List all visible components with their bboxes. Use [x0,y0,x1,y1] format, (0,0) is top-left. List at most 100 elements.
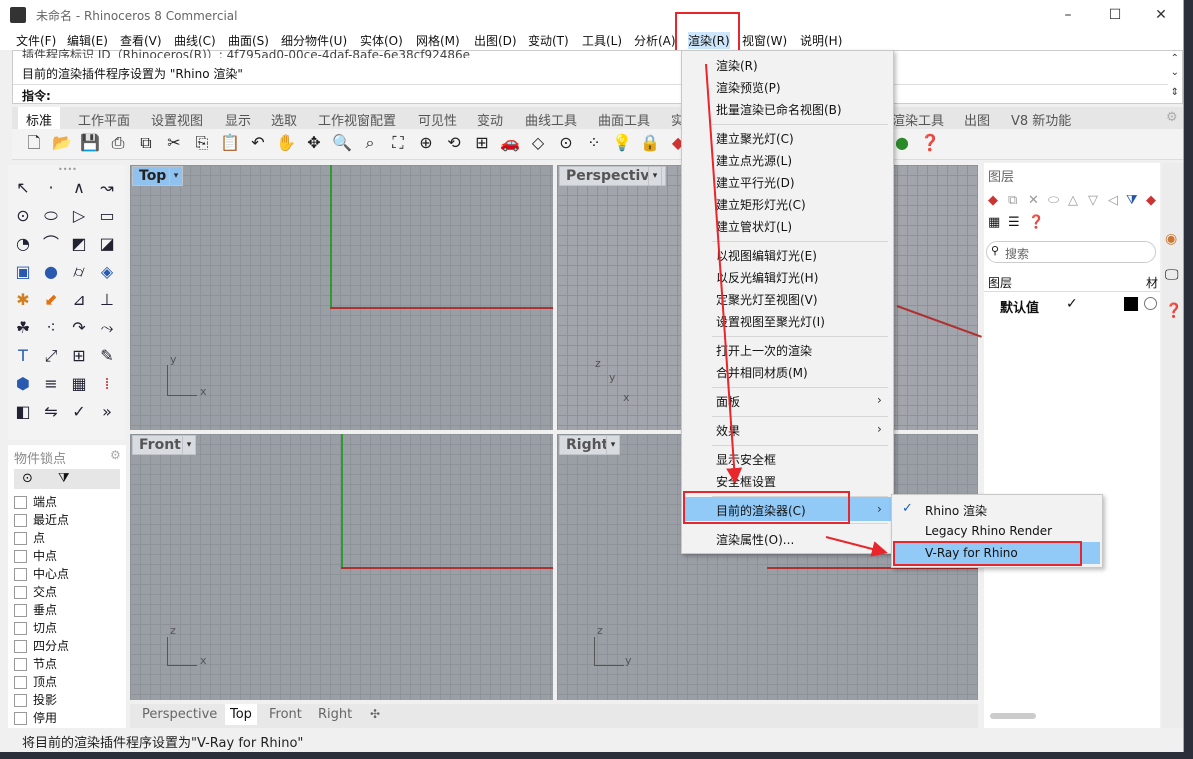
new-file-icon[interactable]: 🗋 [24,133,44,153]
viewport-menu-arrow-icon[interactable]: ▾ [182,435,196,455]
pan-hand-icon[interactable]: ✋ [276,133,296,153]
help-icon[interactable]: ❓ [920,133,940,153]
layer-material-circle[interactable] [1144,297,1157,310]
viewport-menu-arrow-icon[interactable]: ▾ [606,435,620,455]
layer-tools-icon[interactable]: ◆ [1146,193,1156,208]
command-prompt[interactable]: 指令: [22,87,51,104]
menu-item-panels[interactable]: 面板 [716,393,740,410]
viewport-top-label[interactable]: Top [132,166,174,186]
add-viewport-icon[interactable]: ✣ [370,707,380,721]
dimension-icon[interactable]: ⬋ [40,289,62,311]
puzzle-icon[interactable]: ✱ [12,289,34,311]
osnap-checkbox[interactable] [14,586,27,599]
menu-item-view-to-spotlight[interactable]: 设置视图至聚光灯(I) [716,313,825,330]
surface-icon[interactable]: ◩ [68,233,90,255]
menu-item-safe-frame-settings[interactable]: 安全框设置 [716,473,776,490]
help-panel-icon[interactable]: ❓ [1165,303,1182,319]
tab-surface-tools[interactable]: 曲面工具 [598,110,650,129]
zoom-selected-icon[interactable]: ⊕ [416,133,436,153]
control-points-icon[interactable]: ⁖ [40,317,62,339]
osnap-item[interactable]: 投影 [14,691,57,709]
osnap-item[interactable]: 中心点 [14,565,69,583]
menu-item-edit-light-by-reflection[interactable]: 以反光编辑灯光(H) [716,269,818,286]
circle-icon[interactable]: ⊙ [12,205,34,227]
osnap-checkbox[interactable] [14,532,27,545]
light-bulb-icon[interactable]: 💡 [612,133,632,153]
menu-item-open-last-render[interactable]: 打开上一次的渲染 [716,342,812,359]
target-icon[interactable]: ⊙ [22,471,33,486]
copy-icon[interactable]: ⎘ [192,133,212,153]
car-icon[interactable]: 🚗 [500,133,520,153]
curve-icon[interactable]: ↝ [96,177,118,199]
renderer-rhino-render[interactable]: Rhino 渲染 [925,502,987,519]
tab-v8-new[interactable]: V8 新功能 [1011,110,1071,129]
osnap-item[interactable]: 停用 [14,709,57,727]
move-parent-icon[interactable]: ◁ [1108,193,1118,208]
osnap-item[interactable]: 交点 [14,583,57,601]
osnap-item[interactable]: 垂点 [14,601,57,619]
layer-column-header[interactable]: 图层 [988,274,1012,291]
osnap-item[interactable]: 顶点 [14,673,57,691]
rotate-view-icon[interactable]: ⟲ [444,133,464,153]
material-column-header[interactable]: 材 [1146,274,1158,291]
mirror-icon[interactable]: ⇋ [40,401,62,423]
scale-icon[interactable]: ⤢ [40,345,62,367]
tab-display[interactable]: 显示 [225,110,251,129]
menu-help[interactable]: 说明(H) [800,32,842,49]
mesh-icon[interactable]: ◈ [96,261,118,283]
new-sublayer-icon[interactable]: ⧉ [1008,193,1017,208]
renderer-legacy-rhino[interactable]: Legacy Rhino Render [925,524,1052,538]
osnap-item[interactable]: 切点 [14,619,57,637]
menu-item-tube-light[interactable]: 建立管状灯(L) [716,218,792,235]
osnap-checkbox[interactable] [14,712,27,725]
menu-item-effects[interactable]: 效果 [716,422,740,439]
menu-item-spotlight-to-view[interactable]: 定聚光灯至视图(V) [716,291,818,308]
filter-icon[interactable]: ⧩ [58,471,70,486]
menu-viewport[interactable]: 视窗(W) [742,32,787,49]
osnap-item[interactable]: 最近点 [14,511,69,529]
zoom-window-icon[interactable]: ⌕ [360,133,380,153]
scroll-up-icon[interactable]: ⌃ [1171,53,1179,64]
extrude-icon[interactable]: ⊿ [68,289,90,311]
viewport-front-label[interactable]: Front [132,435,188,455]
scroll-down-icon[interactable]: ⌄ [1171,67,1179,78]
group-icon[interactable]: ⬢ [12,373,34,395]
ellipse-icon[interactable]: ⬭ [40,205,62,227]
viewport-top[interactable]: Top ▾ y x [130,165,553,430]
osnap-checkbox[interactable] [14,514,27,527]
tab-viewport-layout[interactable]: 工作视窗配置 [318,110,396,129]
command-spinner-icon[interactable]: ⇕ [1171,87,1179,98]
split-icon[interactable]: ⊥ [96,289,118,311]
polyline-icon[interactable]: ∧ [68,177,90,199]
menu-item-rectangular-light[interactable]: 建立矩形灯光(C) [716,196,806,213]
fillet-icon[interactable]: ⌒ [40,233,62,255]
osnap-item[interactable]: 四分点 [14,637,69,655]
point-icon[interactable]: · [40,177,62,199]
menu-item-merge-materials[interactable]: 合并相同材质(M) [716,364,808,381]
osnap-checkbox[interactable] [14,658,27,671]
display-icon[interactable]: 🖵 [1165,267,1179,283]
vp-tab-front[interactable]: Front [269,707,302,722]
layers-search-input[interactable]: ⚲ 搜索 [986,241,1156,263]
render-sphere-icon[interactable]: ● [892,133,912,153]
rectangle-icon[interactable]: ▭ [96,205,118,227]
osnap-checkbox[interactable] [14,676,27,689]
loft-icon[interactable]: ◪ [96,233,118,255]
four-viewports-icon[interactable]: ⊞ [472,133,492,153]
undo-icon[interactable]: ↶ [248,133,268,153]
cut-icon[interactable]: ✂ [164,133,184,153]
cplane-icon[interactable]: ◇ [528,133,548,153]
osnap-checkbox[interactable] [14,694,27,707]
close-button[interactable]: ✕ [1138,0,1184,30]
osnap-checkbox[interactable] [14,604,27,617]
osnap-checkbox[interactable] [14,640,27,653]
horizontal-scrollbar[interactable] [990,713,1036,719]
vp-tab-top[interactable]: Top [225,704,257,725]
tab-transform[interactable]: 变动 [477,110,503,129]
more-tools-icon[interactable]: » [96,401,118,423]
zoom-extents-icon[interactable]: ⛶ [388,133,408,153]
menu-item-spotlight[interactable]: 建立聚光灯(C) [716,130,794,147]
save-icon[interactable]: 💾 [80,133,100,153]
text-icon[interactable]: T [12,345,34,367]
osnap-icon[interactable]: ⊙ [556,133,576,153]
